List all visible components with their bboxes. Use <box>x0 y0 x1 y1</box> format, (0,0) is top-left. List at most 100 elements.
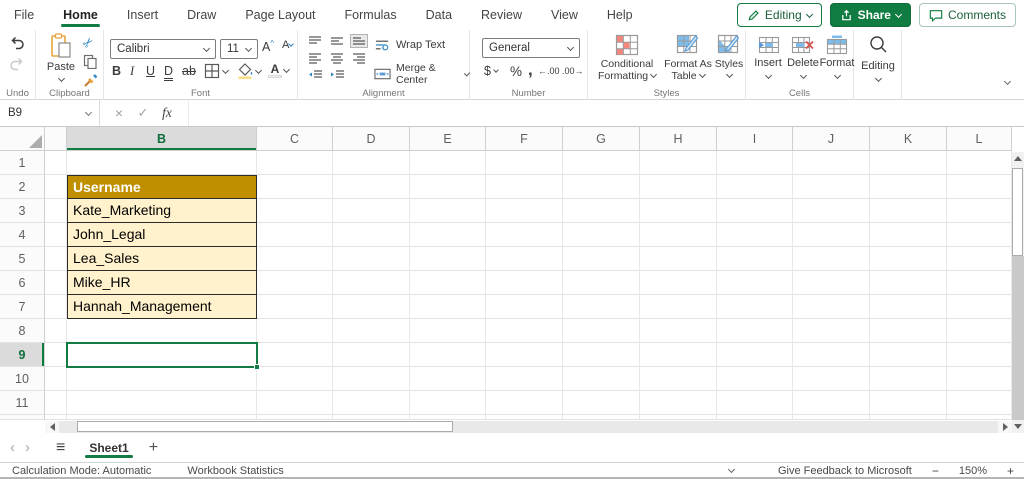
comments-button[interactable]: Comments <box>918 3 1016 27</box>
horizontal-scroll-thumb[interactable] <box>77 421 453 432</box>
cell-F1[interactable] <box>486 151 563 175</box>
row-header-6[interactable]: 6 <box>0 271 45 295</box>
cell-G4[interactable] <box>563 223 640 247</box>
cell-L5[interactable] <box>947 247 1012 271</box>
cell-I[interactable] <box>717 415 793 420</box>
row-header-partial[interactable] <box>0 415 45 420</box>
scroll-left-button[interactable] <box>45 421 59 433</box>
cell-G6[interactable] <box>563 271 640 295</box>
menu-tab-page-layout[interactable]: Page Layout <box>245 0 315 30</box>
enter-button[interactable]: ✓ <box>132 100 154 126</box>
cell-H11[interactable] <box>640 391 717 415</box>
cell-C7[interactable] <box>257 295 333 319</box>
cell-D5[interactable] <box>333 247 410 271</box>
row-header-8[interactable]: 8 <box>0 319 45 343</box>
cell-E11[interactable] <box>410 391 486 415</box>
row-header-3[interactable]: 3 <box>0 199 45 223</box>
cell-G9[interactable] <box>563 343 640 367</box>
cell-J8[interactable] <box>793 319 870 343</box>
add-sheet-button[interactable]: + <box>149 439 158 457</box>
share-button[interactable]: Share <box>829 3 911 27</box>
menu-tab-data[interactable]: Data <box>426 0 452 30</box>
cell-D8[interactable] <box>333 319 410 343</box>
cell-D1[interactable] <box>333 151 410 175</box>
cell-styles-button[interactable]: Styles <box>714 34 744 79</box>
name-box[interactable]: B9 <box>0 100 100 126</box>
cell-B5[interactable]: Lea_Sales <box>67 247 257 271</box>
cell-J6[interactable] <box>793 271 870 295</box>
cell-E5[interactable] <box>410 247 486 271</box>
column-header-C[interactable]: C <box>257 127 333 151</box>
column-header-B[interactable]: B <box>67 127 257 151</box>
cell-C11[interactable] <box>257 391 333 415</box>
cell-A4[interactable] <box>45 223 67 247</box>
cell-I6[interactable] <box>717 271 793 295</box>
cell-E9[interactable] <box>410 343 486 367</box>
column-header-A[interactable] <box>45 127 67 151</box>
number-format-select[interactable]: General <box>482 38 580 58</box>
column-header-K[interactable]: K <box>870 127 947 151</box>
cell-B3[interactable]: Kate_Marketing <box>67 199 257 223</box>
menu-tab-file[interactable]: File <box>14 0 34 30</box>
cut-button[interactable]: ✂ <box>79 33 97 51</box>
cell-D3[interactable] <box>333 199 410 223</box>
cell-J1[interactable] <box>793 151 870 175</box>
cell-H[interactable] <box>640 415 717 420</box>
cell-L9[interactable] <box>947 343 1012 367</box>
cell-I7[interactable] <box>717 295 793 319</box>
cell-K3[interactable] <box>870 199 947 223</box>
cell-F7[interactable] <box>486 295 563 319</box>
horizontal-scrollbar[interactable] <box>45 421 1012 433</box>
cell-A[interactable] <box>45 415 67 420</box>
menu-tab-view[interactable]: View <box>551 0 578 30</box>
cell-H7[interactable] <box>640 295 717 319</box>
fill-color-button[interactable] <box>236 62 263 80</box>
next-sheet-button[interactable]: › <box>25 439 30 456</box>
cell-I11[interactable] <box>717 391 793 415</box>
cell-L1[interactable] <box>947 151 1012 175</box>
cell-K11[interactable] <box>870 391 947 415</box>
double-underline-button[interactable]: D <box>164 64 174 81</box>
row-header-1[interactable]: 1 <box>0 151 45 175</box>
column-header-D[interactable]: D <box>333 127 410 151</box>
cell-H9[interactable] <box>640 343 717 367</box>
cell-B4[interactable]: John_Legal <box>67 223 257 247</box>
cell-A10[interactable] <box>45 367 67 391</box>
cell-C2[interactable] <box>257 175 333 199</box>
scroll-right-button[interactable] <box>998 421 1012 433</box>
cell-L7[interactable] <box>947 295 1012 319</box>
scroll-up-button[interactable] <box>1012 152 1024 165</box>
font-color-button[interactable]: A <box>268 63 291 78</box>
cell-H5[interactable] <box>640 247 717 271</box>
cell-B1[interactable] <box>67 151 257 175</box>
cell-F6[interactable] <box>486 271 563 295</box>
merge-center-button[interactable]: Merge & Center <box>374 62 471 86</box>
conditional-formatting-button[interactable]: Conditional Formatting <box>594 34 660 83</box>
wrap-text-button[interactable]: Wrap Text <box>374 38 445 52</box>
row-header-10[interactable]: 10 <box>0 367 45 391</box>
cell-H2[interactable] <box>640 175 717 199</box>
row-header-11[interactable]: 11 <box>0 391 45 415</box>
decrease-decimal-button[interactable]: .00→ <box>562 66 584 76</box>
cell-I4[interactable] <box>717 223 793 247</box>
column-header-L[interactable]: L <box>947 127 1012 151</box>
cell-D9[interactable] <box>333 343 410 367</box>
zoom-out-button[interactable]: − <box>932 464 939 478</box>
cell-G1[interactable] <box>563 151 640 175</box>
cell-F10[interactable] <box>486 367 563 391</box>
cell-B7[interactable]: Hannah_Management <box>67 295 257 319</box>
cell-A6[interactable] <box>45 271 67 295</box>
cell-G10[interactable] <box>563 367 640 391</box>
insert-function-button[interactable]: fx <box>156 100 178 126</box>
cell-K7[interactable] <box>870 295 947 319</box>
cell-F4[interactable] <box>486 223 563 247</box>
cell-I10[interactable] <box>717 367 793 391</box>
cell-K1[interactable] <box>870 151 947 175</box>
cell-C[interactable] <box>257 415 333 420</box>
paste-button[interactable]: Paste <box>41 33 81 83</box>
menu-tab-formulas[interactable]: Formulas <box>345 0 397 30</box>
cell-H6[interactable] <box>640 271 717 295</box>
cell-J4[interactable] <box>793 223 870 247</box>
copy-button[interactable] <box>83 54 98 69</box>
cell-E1[interactable] <box>410 151 486 175</box>
